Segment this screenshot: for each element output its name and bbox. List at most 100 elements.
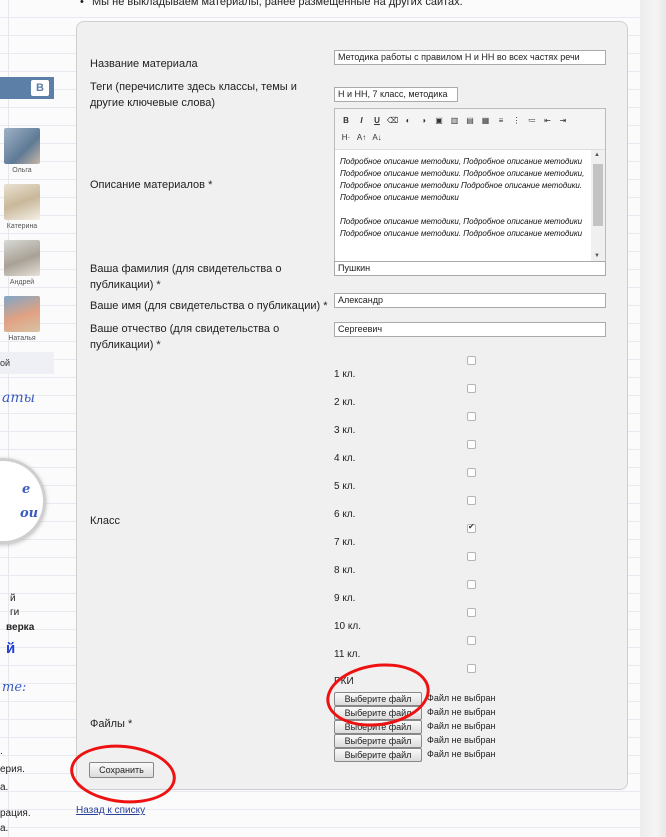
italic-icon[interactable]: I — [356, 115, 368, 127]
class-checkbox[interactable] — [467, 356, 476, 365]
class-option-label: 9 кл. — [334, 593, 356, 604]
class-option-label: 3 кл. — [334, 425, 356, 436]
class-checkbox[interactable] — [467, 496, 476, 505]
class-checkbox[interactable] — [467, 384, 476, 393]
scroll-up-icon[interactable]: ▲ — [594, 152, 600, 158]
sidebar-text: ерия. — [0, 764, 25, 775]
align-icon[interactable]: ≡ — [495, 115, 507, 127]
editor-paragraph: Подробное описание методики, Подробное о… — [340, 217, 583, 238]
class-checkbox[interactable] — [467, 664, 476, 673]
sidebar-text: а. — [0, 782, 9, 793]
ordered-list-icon[interactable]: ⋮ — [511, 115, 523, 127]
underline-icon[interactable]: U — [371, 115, 383, 127]
table-icon[interactable]: ▥ — [449, 115, 461, 127]
class-option-label: 7 кл. — [334, 537, 356, 548]
unordered-list-icon[interactable]: ≔ — [526, 115, 538, 127]
class-checkbox[interactable] — [467, 636, 476, 645]
class-checkbox[interactable] — [467, 552, 476, 561]
class-option-label: РКИ — [334, 676, 354, 687]
paste-icon[interactable]: ▤ — [464, 115, 476, 127]
class-option-label: 1 кл. — [334, 369, 356, 380]
script-heading: аты — [2, 390, 36, 406]
class-checkbox[interactable] — [467, 522, 476, 533]
name-label: Ваше имя (для свидетельства о публикации… — [90, 300, 328, 312]
script-heading: те: — [2, 680, 27, 695]
avatar-name: Ольга — [12, 167, 32, 174]
sidebar-text: . — [0, 746, 3, 757]
avatar-name: Наталья — [8, 335, 36, 342]
patronymic-input[interactable]: Сергеевич — [334, 322, 606, 337]
surname-input[interactable]: Пушкин — [334, 261, 606, 276]
file-status-text: Файл не выбран — [427, 693, 496, 703]
left-sidebar: В Ольга Катерина Андрей Наталья ой аты е… — [0, 0, 54, 837]
name-input[interactable]: Александр — [334, 293, 606, 308]
editor-paragraph: Подробное описание методики, Подробное о… — [340, 157, 585, 202]
avatar[interactable] — [4, 296, 40, 332]
scroll-down-icon[interactable]: ▼ — [594, 253, 600, 259]
scrollbar-thumb[interactable] — [593, 164, 603, 226]
editor-content[interactable]: Подробное описание методики, Подробное о… — [340, 156, 588, 261]
outdent-icon[interactable]: ⇤ — [542, 115, 554, 127]
sidebar-text: верка — [6, 622, 35, 633]
surname-label: Ваша фамилия (для свидетельства о публик… — [90, 263, 282, 291]
avatar[interactable] — [4, 240, 40, 276]
eraser-icon[interactable]: ⌫ — [387, 115, 399, 127]
paste-text-icon[interactable]: ▦ — [480, 115, 492, 127]
bold-icon[interactable]: B — [340, 115, 352, 127]
sidebar-text: ги — [10, 607, 20, 618]
vk-logo-icon[interactable]: В — [31, 80, 49, 96]
file-status-text: Файл не выбран — [427, 749, 496, 759]
avatar[interactable] — [4, 128, 40, 164]
choose-file-button[interactable]: Выберите файл — [334, 706, 422, 720]
right-background-strip — [640, 0, 666, 837]
sidebar-item-label: ой — [0, 358, 11, 368]
back-to-list-link[interactable]: Назад к списку — [76, 805, 145, 816]
class-option-label: 8 кл. — [334, 565, 356, 576]
file-status-text: Файл не выбран — [427, 707, 496, 717]
description-editor[interactable]: B I U ⌫ ◐ ◑ ▣ ▥ ▤ ▦ ≡ ⋮ ≔ ⇤ ⇥ H· A↑ A↓ Подробное описание… — [334, 108, 606, 262]
choose-file-button[interactable]: Выберите файл — [334, 748, 422, 762]
seal-text: е — [22, 482, 31, 497]
class-option-label: 10 кл. — [334, 621, 362, 632]
description-label: Описание материалов * — [90, 179, 213, 191]
class-option-label: 2 кл. — [334, 397, 356, 408]
editor-toolbar: B I U ⌫ ◐ ◑ ▣ ▥ ▤ ▦ ≡ ⋮ ≔ ⇤ ⇥ H· A↑ A↓ — [335, 109, 605, 150]
class-checkbox[interactable] — [467, 580, 476, 589]
save-button[interactable]: Сохранить — [89, 762, 154, 778]
sidebar-selected-item[interactable]: ой — [0, 352, 54, 374]
title-input[interactable]: Методика работы с правилом Н и НН во все… — [334, 50, 606, 65]
avatar-name: Андрей — [9, 279, 35, 286]
class-checkbox[interactable] — [467, 440, 476, 449]
class-checkbox[interactable] — [467, 412, 476, 421]
unlink-icon[interactable]: ◑ — [418, 115, 430, 127]
editor-scrollbar[interactable]: ▲ ▼ — [591, 150, 605, 261]
choose-file-button[interactable]: Выберите файл — [334, 734, 422, 748]
class-label: Класс — [90, 515, 120, 527]
file-status-text: Файл не выбран — [427, 721, 496, 731]
indent-icon[interactable]: ⇥ — [557, 115, 569, 127]
choose-file-button[interactable]: Выберите файл — [334, 720, 422, 734]
tags-input[interactable]: Н и НН, 7 класс, методика — [334, 87, 458, 102]
tags-label: Теги (перечислите здесь классы, темы и д… — [90, 81, 297, 109]
font-size-up-icon[interactable]: A↑ — [356, 132, 368, 144]
class-option-label: 6 кл. — [334, 509, 356, 520]
file-status-text: Файл не выбран — [427, 735, 496, 745]
font-size-down-icon[interactable]: A↓ — [371, 132, 383, 144]
avatar-name: Катерина — [6, 223, 38, 230]
class-option-label: 11 кл. — [334, 649, 361, 660]
class-option-label: 5 кл. — [334, 481, 356, 492]
heading-icon[interactable]: H· — [340, 132, 352, 144]
sidebar-heading: й — [6, 640, 16, 657]
seal-text: ои — [20, 506, 39, 521]
sidebar-text: й — [10, 593, 16, 604]
choose-file-button[interactable]: Выберите файл — [334, 692, 422, 706]
link-icon[interactable]: ◐ — [402, 115, 414, 127]
image-icon[interactable]: ▣ — [433, 115, 445, 127]
class-checkbox[interactable] — [467, 468, 476, 477]
avatar[interactable] — [4, 184, 40, 220]
seal-image — [0, 458, 46, 544]
sidebar-text: а. — [0, 823, 9, 834]
class-checkbox[interactable] — [467, 608, 476, 617]
class-option-label: 4 кл. — [334, 453, 356, 464]
patronymic-label: Ваше отчество (для свидетельства о публи… — [90, 323, 280, 351]
